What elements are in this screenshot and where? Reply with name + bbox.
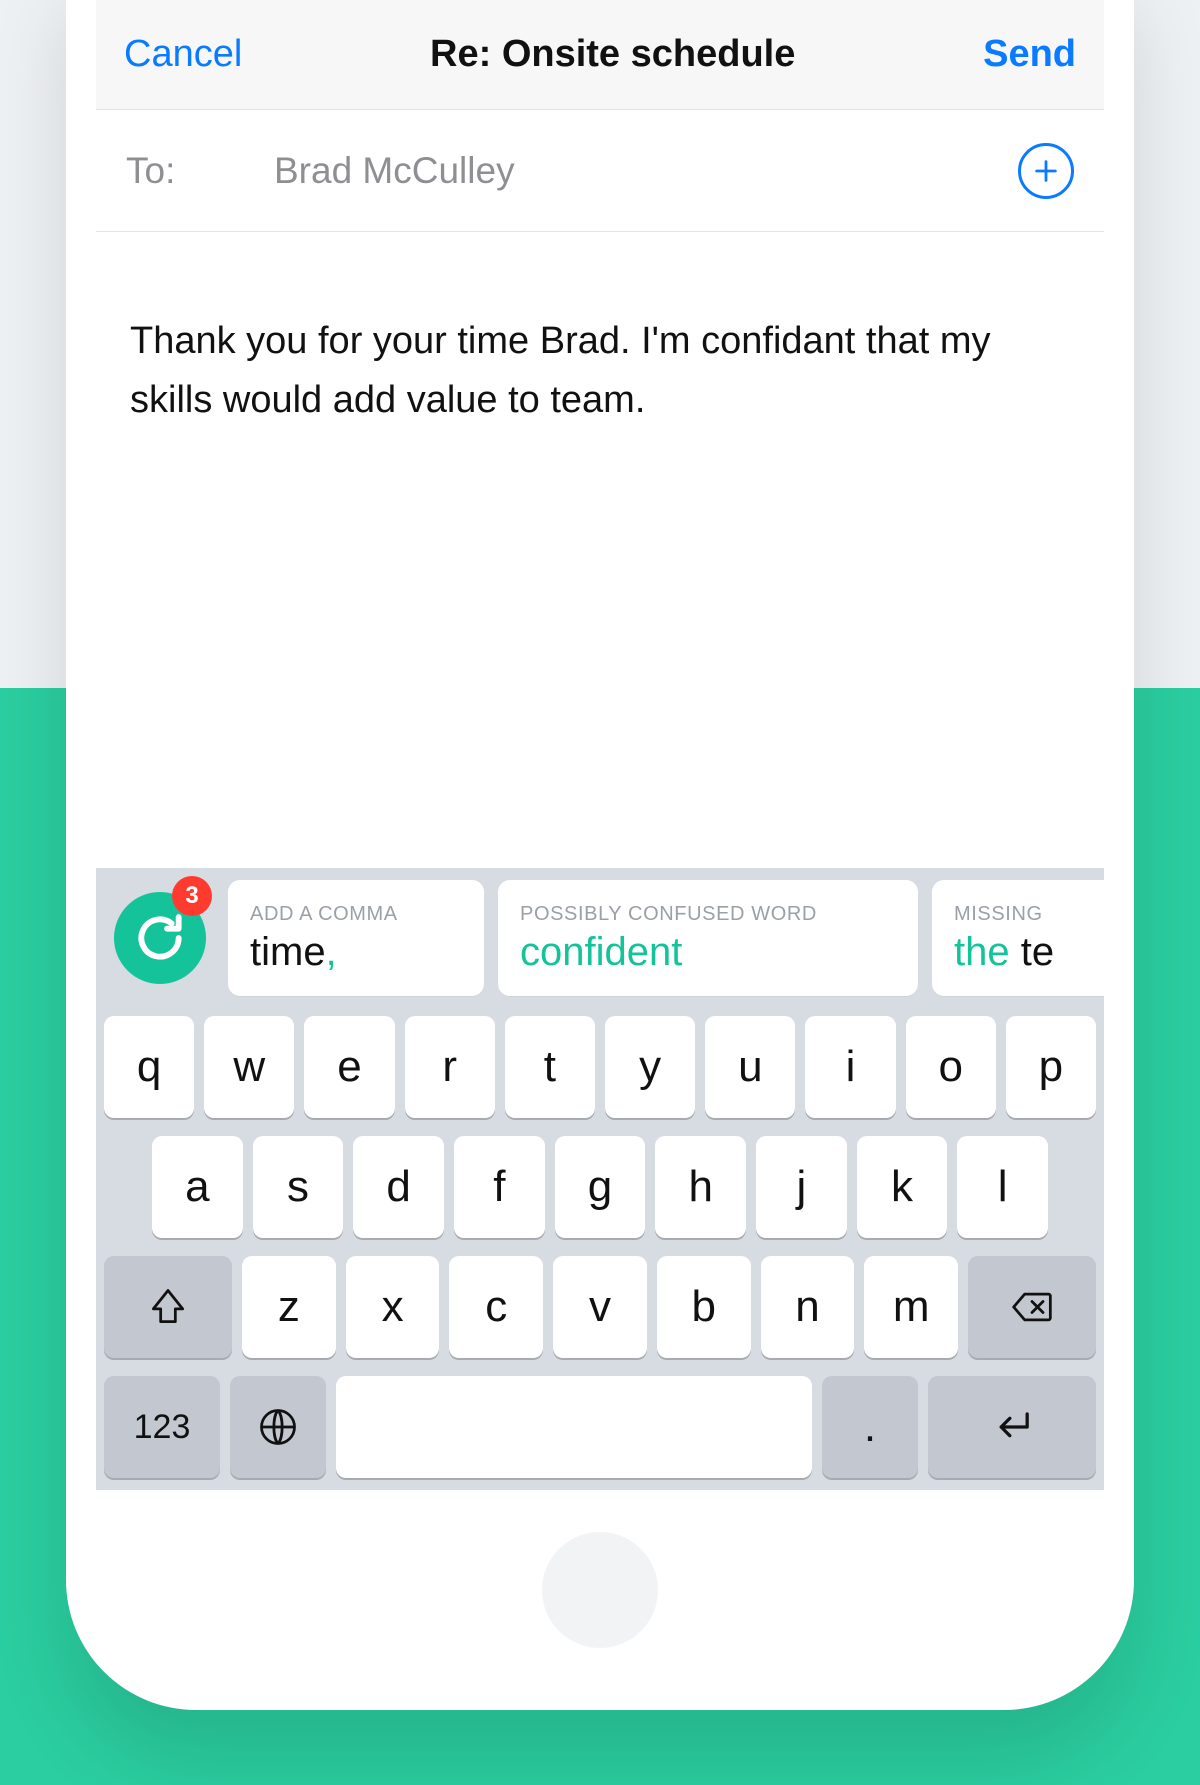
key-r[interactable]: r xyxy=(405,1016,495,1118)
globe-icon xyxy=(256,1405,300,1449)
phone-frame: Cancel Re: Onsite schedule Send To: Brad… xyxy=(66,0,1134,1710)
suggestion-card-confused-word[interactable]: POSSIBLY CONFUSED WORD confident xyxy=(498,880,918,996)
key-u[interactable]: u xyxy=(705,1016,795,1118)
key-v[interactable]: v xyxy=(553,1256,647,1358)
shift-icon xyxy=(146,1285,190,1329)
grammarly-suggestion-bar: 3 ADD A COMMA time, POSSIBLY CONFUSED WO… xyxy=(96,868,1104,1004)
key-t[interactable]: t xyxy=(505,1016,595,1118)
add-recipient-button[interactable] xyxy=(1018,143,1074,199)
key-y[interactable]: y xyxy=(605,1016,695,1118)
key-a[interactable]: a xyxy=(152,1136,243,1238)
key-h[interactable]: h xyxy=(655,1136,746,1238)
key-d[interactable]: d xyxy=(353,1136,444,1238)
to-recipient[interactable]: Brad McCulley xyxy=(274,150,980,192)
keyboard-row-1: q w e r t y u i o p xyxy=(104,1016,1096,1118)
key-m[interactable]: m xyxy=(864,1256,958,1358)
shift-key[interactable] xyxy=(104,1256,232,1358)
cancel-button[interactable]: Cancel xyxy=(124,33,242,76)
grammarly-badge: 3 xyxy=(172,876,212,916)
key-j[interactable]: j xyxy=(756,1136,847,1238)
key-g[interactable]: g xyxy=(555,1136,646,1238)
key-w[interactable]: w xyxy=(204,1016,294,1118)
email-body-text[interactable]: Thank you for your time Brad. I'm confid… xyxy=(130,312,1070,430)
to-label: To: xyxy=(126,150,236,192)
key-z[interactable]: z xyxy=(242,1256,336,1358)
suggestion-text: time, xyxy=(250,930,462,975)
return-icon xyxy=(986,1401,1038,1453)
suggestion-card-comma[interactable]: ADD A COMMA time, xyxy=(228,880,484,996)
plus-icon xyxy=(1032,157,1060,185)
phone-screen: Cancel Re: Onsite schedule Send To: Brad… xyxy=(96,0,1104,1490)
to-field-row[interactable]: To: Brad McCulley xyxy=(96,110,1104,232)
backspace-key[interactable] xyxy=(968,1256,1096,1358)
space-key[interactable] xyxy=(336,1376,812,1478)
suggestion-text: confident xyxy=(520,930,896,975)
suggestion-text: the te xyxy=(954,930,1104,975)
keyboard-tray: 3 ADD A COMMA time, POSSIBLY CONFUSED WO… xyxy=(96,868,1104,1490)
backspace-icon xyxy=(1010,1285,1054,1329)
compose-navbar: Cancel Re: Onsite schedule Send xyxy=(96,0,1104,110)
key-b[interactable]: b xyxy=(657,1256,751,1358)
navbar-title: Re: Onsite schedule xyxy=(430,33,795,76)
key-s[interactable]: s xyxy=(253,1136,344,1238)
suggestion-card-missing[interactable]: MISSING the te xyxy=(932,880,1104,996)
home-button[interactable] xyxy=(542,1532,658,1648)
key-p[interactable]: p xyxy=(1006,1016,1096,1118)
suggestion-label: ADD A COMMA xyxy=(250,903,462,926)
key-i[interactable]: i xyxy=(805,1016,895,1118)
key-x[interactable]: x xyxy=(346,1256,440,1358)
globe-key[interactable] xyxy=(230,1376,326,1478)
key-e[interactable]: e xyxy=(304,1016,394,1118)
key-q[interactable]: q xyxy=(104,1016,194,1118)
keyboard-row-4: 123 . xyxy=(104,1376,1096,1478)
key-f[interactable]: f xyxy=(454,1136,545,1238)
send-button[interactable]: Send xyxy=(983,33,1076,76)
return-key[interactable] xyxy=(928,1376,1096,1478)
grammarly-button[interactable]: 3 xyxy=(106,880,214,996)
onscreen-keyboard: q w e r t y u i o p a s d f g h xyxy=(96,1004,1104,1490)
period-key[interactable]: . xyxy=(822,1376,918,1478)
key-o[interactable]: o xyxy=(906,1016,996,1118)
suggestion-label: POSSIBLY CONFUSED WORD xyxy=(520,903,896,926)
numeric-key[interactable]: 123 xyxy=(104,1376,220,1478)
key-k[interactable]: k xyxy=(857,1136,948,1238)
email-body-area[interactable]: Thank you for your time Brad. I'm confid… xyxy=(96,232,1104,430)
keyboard-row-2: a s d f g h j k l xyxy=(104,1136,1096,1238)
key-n[interactable]: n xyxy=(761,1256,855,1358)
suggestion-label: MISSING xyxy=(954,903,1104,926)
key-l[interactable]: l xyxy=(957,1136,1048,1238)
keyboard-row-3: z x c v b n m xyxy=(104,1256,1096,1358)
key-c[interactable]: c xyxy=(449,1256,543,1358)
